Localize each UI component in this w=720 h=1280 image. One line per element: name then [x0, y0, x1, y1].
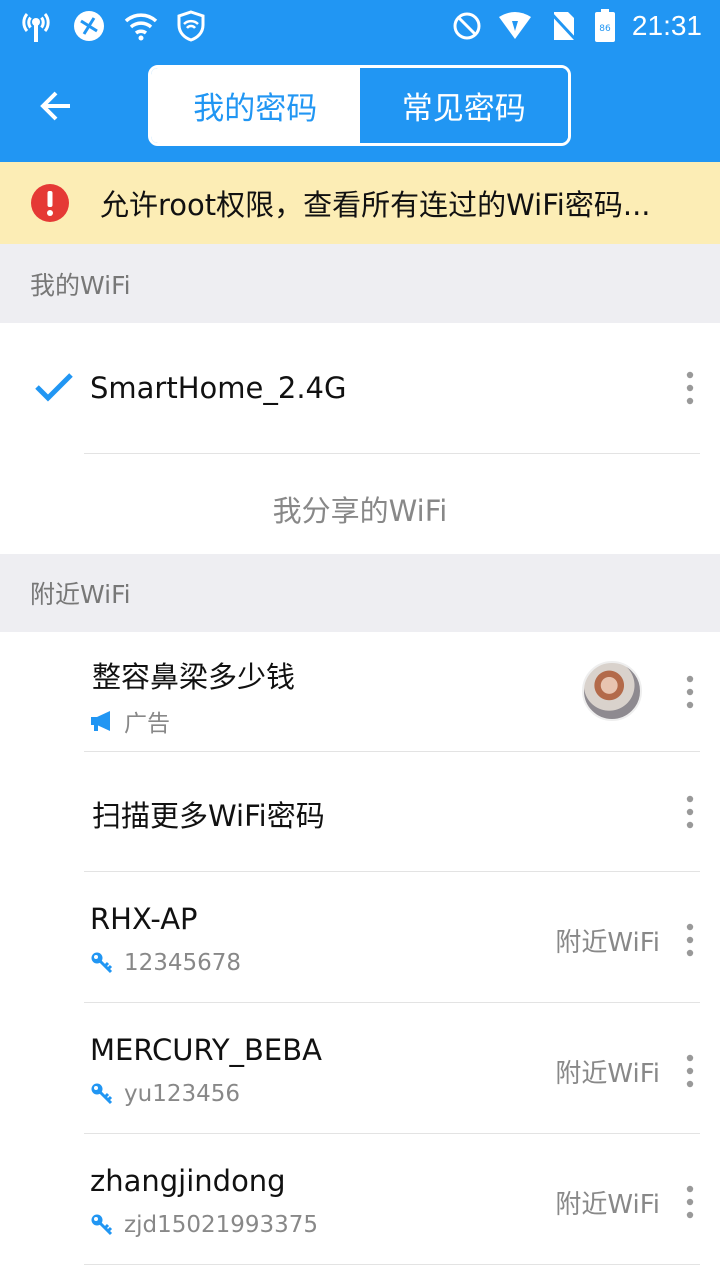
ad-tag: 广告: [90, 704, 170, 738]
battery-icon: 86: [594, 9, 616, 43]
network-row[interactable]: zhangjindong zjd15021993375 附近WiFi: [0, 1134, 720, 1264]
network-password: yu123456: [90, 1081, 240, 1107]
network-password: zjd15021993375: [90, 1212, 318, 1238]
network-password-text: zjd15021993375: [124, 1212, 319, 1238]
root-permission-banner[interactable]: 允许root权限，查看所有连过的WiFi密码...: [0, 162, 720, 244]
network-password-text: yu123456: [124, 1081, 240, 1107]
tab-my-passwords[interactable]: 我的密码: [151, 68, 360, 143]
network-source-label: 附近WiFi: [555, 1190, 660, 1220]
no-sim-icon: [548, 10, 578, 42]
warning-icon: [31, 184, 69, 222]
network-password-text: 12345678: [124, 950, 242, 976]
more-options-icon[interactable]: [678, 792, 702, 832]
connected-network-row[interactable]: SmartHome_2.4G: [0, 323, 720, 454]
more-options-icon[interactable]: [678, 1182, 702, 1222]
section-header-nearby-wifi: 附近WiFi: [0, 554, 720, 632]
wifi-signal-icon: [498, 11, 532, 41]
shared-wifi-row[interactable]: 我分享的WiFi: [0, 454, 720, 554]
clock: 21:31: [631, 10, 702, 41]
scan-more-label: 扫描更多WiFi密码: [92, 799, 325, 833]
megaphone-icon: [91, 711, 110, 731]
network-password: 12345678: [90, 950, 241, 976]
key-icon: [91, 1083, 113, 1105]
network-ssid: MERCURY_BEBA: [90, 1033, 322, 1067]
hotspot-icon: [18, 8, 54, 44]
network-ssid: zhangjindong: [90, 1164, 286, 1198]
back-button[interactable]: [24, 74, 88, 138]
checkmark-icon: [35, 373, 73, 402]
back-arrow-icon: [40, 91, 70, 121]
network-source-label: 附近WiFi: [555, 928, 660, 958]
svg-text:86: 86: [599, 24, 611, 34]
password-tabs: 我的密码 常见密码: [148, 65, 571, 146]
tab-common-passwords[interactable]: 常见密码: [359, 68, 568, 143]
key-icon: [91, 952, 113, 974]
banner-text: 允许root权限，查看所有连过的WiFi密码...: [100, 188, 651, 222]
divider: [84, 1264, 700, 1265]
more-options-icon[interactable]: [678, 368, 702, 408]
section-header-my-wifi: 我的WiFi: [0, 244, 720, 323]
shield-icon: [176, 10, 206, 42]
network-source-label: 附近WiFi: [555, 1059, 660, 1089]
ad-tag-label: 广告: [124, 711, 170, 737]
wifi-icon: [124, 11, 158, 41]
do-not-disturb-icon: [452, 11, 482, 41]
app-bar: 我的密码 常见密码: [0, 52, 720, 162]
ad-row[interactable]: 整容鼻梁多少钱 广告: [0, 632, 720, 751]
network-row[interactable]: MERCURY_BEBA yu123456 附近WiFi: [0, 1003, 720, 1133]
status-bar: 86 21:31: [0, 0, 720, 52]
ad-avatar: [582, 661, 642, 721]
shared-wifi-link[interactable]: 我分享的WiFi: [0, 488, 720, 530]
scan-more-row[interactable]: 扫描更多WiFi密码: [0, 752, 720, 871]
more-options-icon[interactable]: [678, 920, 702, 960]
key-icon: [91, 1214, 113, 1236]
sync-icon: [72, 9, 106, 43]
network-row[interactable]: RHX-AP 12345678 附近WiFi: [0, 872, 720, 1002]
more-options-icon[interactable]: [678, 672, 702, 712]
more-options-icon[interactable]: [678, 1051, 702, 1091]
ad-title: 整容鼻梁多少钱: [92, 660, 296, 694]
connected-network-name: SmartHome_2.4G: [90, 371, 347, 405]
network-ssid: RHX-AP: [90, 902, 198, 936]
